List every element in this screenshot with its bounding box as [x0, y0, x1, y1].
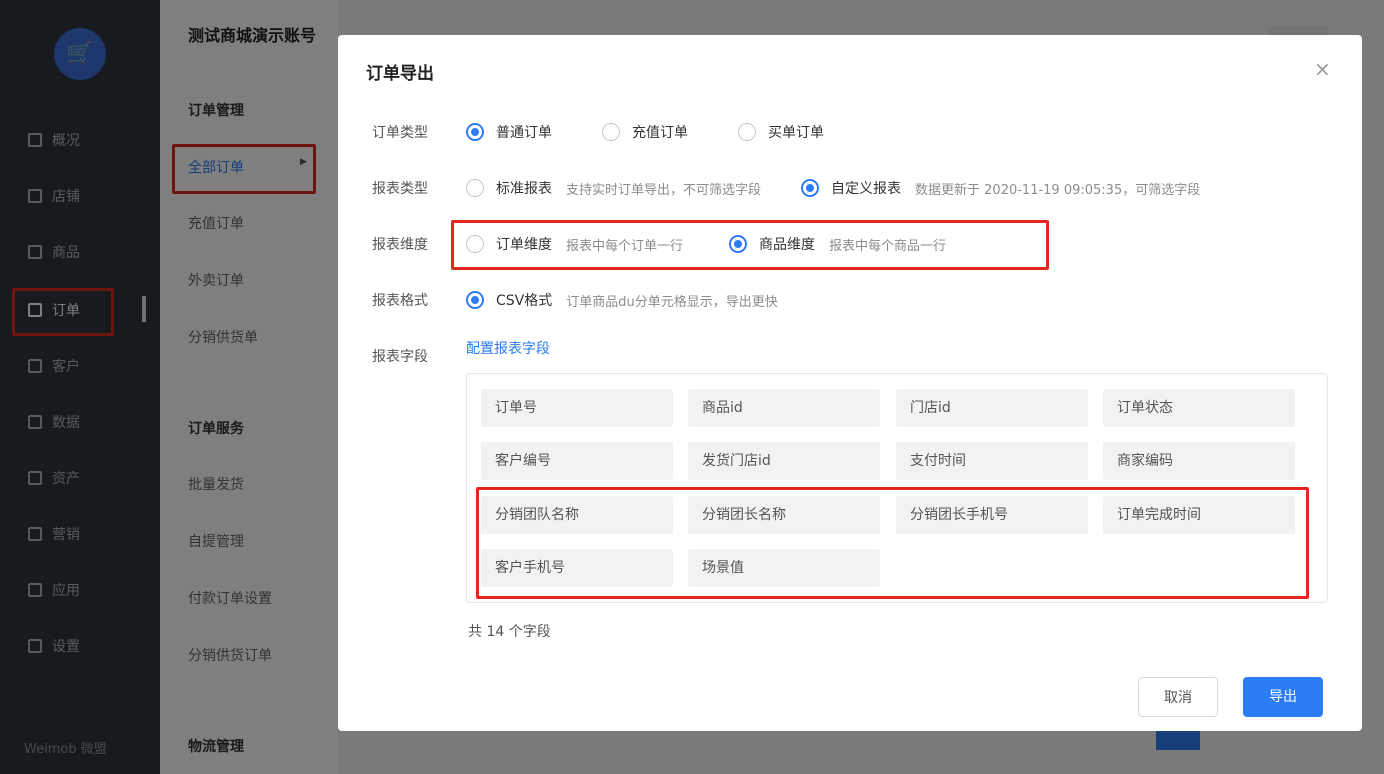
- radio-unchecked-icon: [466, 179, 484, 197]
- radio-pay-order[interactable]: 买单订单: [738, 122, 824, 142]
- radio-unchecked-icon: [738, 123, 756, 141]
- custom-report-hint: 数据更新于 2020-11-19 09:05:35，可筛选字段: [915, 182, 1201, 198]
- close-icon[interactable]: ×: [1314, 57, 1331, 81]
- report-format-label: 报表格式: [372, 293, 428, 309]
- field-tag: 客户编号: [481, 442, 673, 480]
- field-tag: 发货门店id: [688, 442, 880, 480]
- order-export-dialog: 订单导出 × 订单类型 普通订单 充值订单 买单订单 报表类型 标准报表 支持实…: [338, 35, 1362, 731]
- radio-csv-format[interactable]: CSV格式: [466, 290, 552, 310]
- field-tag: 订单号: [481, 389, 673, 427]
- export-button[interactable]: 导出: [1243, 677, 1323, 717]
- field-tag: 门店id: [896, 389, 1088, 427]
- dialog-title: 订单导出: [366, 64, 434, 84]
- highlight-dimension-options: [451, 220, 1049, 270]
- field-tag: 订单状态: [1103, 389, 1295, 427]
- radio-custom-report[interactable]: 自定义报表: [801, 178, 901, 198]
- report-format-row: 报表格式 CSV格式 订单商品du分单元格显示，导出更快: [338, 287, 1362, 313]
- radio-checked-icon: [466, 123, 484, 141]
- radio-unchecked-icon: [602, 123, 620, 141]
- report-fields-label: 报表字段: [372, 349, 428, 365]
- report-dimension-label: 报表维度: [372, 237, 428, 253]
- field-count: 共 14 个字段: [468, 624, 551, 640]
- radio-checked-icon: [801, 179, 820, 197]
- field-tag: 商家编码: [1103, 442, 1295, 480]
- config-fields-link[interactable]: 配置报表字段: [466, 338, 550, 358]
- report-type-row: 报表类型 标准报表 支持实时订单导出，不可筛选字段 自定义报表 数据更新于 20…: [338, 175, 1362, 201]
- report-type-radio-group: 标准报表 支持实时订单导出，不可筛选字段 自定义报表 数据更新于 2020-11…: [466, 178, 1200, 198]
- field-tag: 支付时间: [896, 442, 1088, 480]
- standard-report-hint: 支持实时订单导出，不可筛选字段: [566, 182, 762, 198]
- order-type-radio-group: 普通订单 充值订单 买单订单: [466, 122, 824, 142]
- csv-format-hint: 订单商品du分单元格显示，导出更快: [566, 294, 778, 310]
- order-type-row: 订单类型 普通订单 充值订单 买单订单: [338, 119, 1362, 145]
- field-tag: 商品id: [688, 389, 880, 427]
- report-type-label: 报表类型: [372, 181, 428, 197]
- radio-standard-report[interactable]: 标准报表: [466, 178, 552, 198]
- cancel-button[interactable]: 取消: [1138, 677, 1218, 717]
- order-type-label: 订单类型: [372, 125, 428, 141]
- report-format-radio-group: CSV格式 订单商品du分单元格显示，导出更快: [466, 290, 778, 310]
- highlight-distribution-fields: [476, 487, 1309, 599]
- radio-normal-order[interactable]: 普通订单: [466, 122, 552, 142]
- radio-recharge-order[interactable]: 充值订单: [602, 122, 688, 142]
- radio-checked-icon: [466, 291, 484, 309]
